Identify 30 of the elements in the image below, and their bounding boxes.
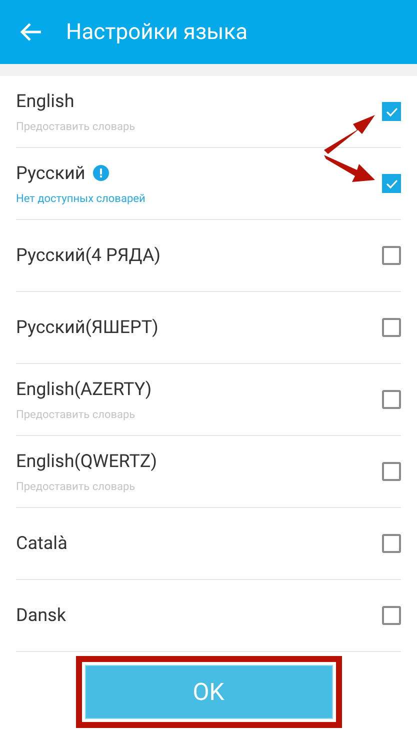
language-row[interactable]: English(QWERTZ) Предоставить словарь	[16, 436, 401, 508]
back-icon[interactable]	[20, 23, 42, 41]
language-row[interactable]: Dansk	[16, 580, 401, 652]
language-name: English(QWERTZ)	[16, 450, 157, 474]
language-subtitle: Нет доступных словарей	[16, 190, 146, 207]
screen-title: Настройки языка	[66, 18, 248, 46]
check-icon	[386, 106, 398, 116]
language-name: Русский(ЯШЕРТ)	[16, 316, 158, 340]
language-name: Русский(4 РЯДА)	[16, 244, 160, 268]
checkbox[interactable]	[382, 606, 401, 625]
checkbox[interactable]	[382, 318, 401, 337]
language-name: Русский	[16, 162, 86, 186]
language-name: Català	[16, 532, 68, 556]
language-name: Dansk	[16, 604, 66, 628]
checkbox[interactable]	[382, 246, 401, 265]
language-subtitle: Предоставить словарь	[16, 478, 136, 495]
checkbox[interactable]	[382, 102, 401, 121]
checkbox[interactable]	[382, 390, 401, 409]
check-icon	[386, 178, 398, 188]
checkbox[interactable]	[382, 534, 401, 553]
language-subtitle: Предоставить словарь	[16, 118, 136, 135]
language-subtitle: Предоставить словарь	[16, 406, 136, 423]
language-row[interactable]: English(AZERTY) Предоставить словарь	[16, 364, 401, 436]
language-name: English(AZERTY)	[16, 378, 152, 402]
checkbox[interactable]	[382, 462, 401, 481]
checkbox[interactable]	[382, 174, 401, 193]
language-row[interactable]: Русский(ЯШЕРТ)	[16, 292, 401, 364]
language-row[interactable]: Русский(4 РЯДА)	[16, 220, 401, 292]
language-name: English	[16, 90, 74, 114]
language-row[interactable]: Català	[16, 508, 401, 580]
